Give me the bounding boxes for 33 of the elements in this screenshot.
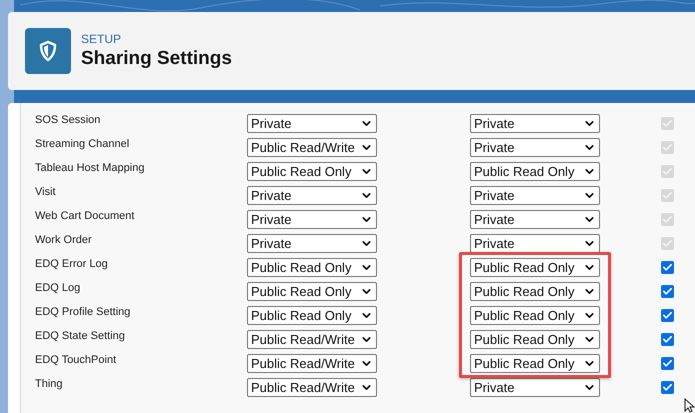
dropdown[interactable]: Public Read Only [247, 306, 377, 324]
object-name: SOS Session [35, 112, 102, 128]
object-name: Web Cart Document [35, 208, 136, 224]
checkbox[interactable] [661, 380, 674, 394]
checkbox[interactable] [661, 356, 674, 370]
dropdown[interactable]: Public Read Only [470, 258, 600, 276]
object-name: Tableau Host Mapping [35, 160, 146, 176]
dropdown[interactable]: Public Read Only [247, 258, 377, 276]
dropdown[interactable]: Public Read Only [470, 330, 600, 348]
dropdown[interactable]: Public Read Only [470, 354, 600, 372]
object-name: EDQ State Setting [35, 328, 126, 344]
object-name: Streaming Channel [35, 136, 130, 152]
object-name: Thing [35, 376, 64, 392]
checkbox[interactable] [661, 308, 674, 322]
dropdown[interactable]: Public Read Only [470, 282, 600, 300]
dropdown[interactable]: Public Read Only [247, 282, 377, 300]
checkbox[interactable] [661, 332, 674, 346]
shield-icon [25, 28, 71, 74]
dropdown[interactable]: Public Read Only [470, 306, 600, 324]
page-title: Sharing Settings [81, 47, 232, 71]
object-name: Visit [35, 184, 57, 200]
object-name: EDQ Log [35, 280, 82, 296]
dropdown[interactable]: Public Read/Write [247, 354, 377, 372]
dropdown[interactable]: Private [470, 378, 600, 396]
object-name: EDQ Profile Setting [35, 304, 132, 320]
object-name: Work Order [35, 232, 93, 248]
dropdown[interactable]: Public Read/Write [247, 330, 377, 348]
object-name: EDQ Error Log [35, 256, 109, 272]
breadcrumb: SETUP [81, 31, 122, 47]
checkbox[interactable] [661, 260, 674, 274]
checkbox[interactable] [661, 284, 674, 298]
dropdown[interactable]: Public Read/Write [247, 378, 377, 396]
object-name: EDQ TouchPoint [35, 352, 118, 368]
